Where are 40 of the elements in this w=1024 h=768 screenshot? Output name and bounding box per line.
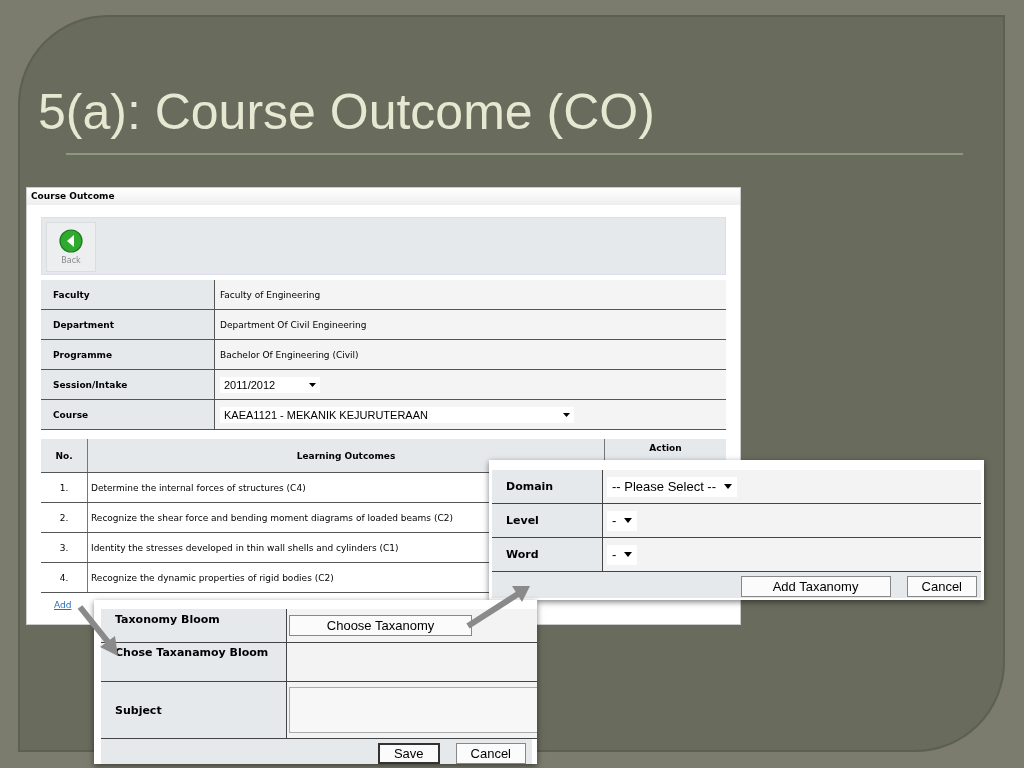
table-cell: 1. (41, 472, 88, 503)
field-value: Department Of Civil Engineering (220, 319, 367, 330)
dropdown[interactable]: KAEA1121 - MEKANIK KEJURUTERAAN (220, 406, 574, 423)
field-label: Department (41, 309, 215, 340)
caret-icon (624, 552, 633, 558)
dropdown[interactable]: - (607, 544, 638, 565)
column-header: No. (41, 439, 88, 473)
column-header: Learning Outcomes (87, 439, 605, 473)
panel-title: Course Outcome (27, 188, 740, 205)
caret-icon (624, 518, 633, 524)
caret-icon (563, 412, 570, 417)
table-cell: 4. (41, 562, 88, 593)
cancel-button[interactable]: Cancel (906, 576, 977, 597)
slide-title: 5(a): Course Outcome (CO) (37, 83, 656, 137)
field-label: Level (492, 503, 603, 538)
field-label: Session/Intake (41, 369, 215, 400)
field-label: Taxonomy Bloom (101, 609, 287, 643)
add-taxonomy-button[interactable]: Add Taxanomy (740, 576, 891, 597)
field-label: Word (492, 537, 603, 572)
choose-taxonomy-button[interactable]: Choose Taxanomy (289, 615, 472, 636)
field-label: Faculty (41, 280, 215, 310)
cancel-button[interactable]: Cancel (455, 743, 526, 764)
dropdown[interactable]: -- Please Select -- (607, 476, 738, 497)
field-label: Domain (492, 470, 603, 504)
table-cell: 2. (41, 502, 88, 533)
field-value: Bachelor Of Engineering (Civil) (220, 349, 359, 360)
field-label: Course (41, 399, 215, 430)
dropdown[interactable]: - (607, 510, 638, 531)
add-link[interactable]: Add (54, 600, 72, 610)
field-label: Chose Taxanamoy Bloom (101, 642, 287, 682)
field-value: Faculty of Engineering (220, 289, 321, 300)
field-label: Programme (41, 339, 215, 370)
table-cell: 3. (41, 532, 88, 563)
dropdown[interactable]: 2011/2012 (220, 376, 320, 393)
pointer-arrow (466, 586, 530, 629)
field-label: Subject (101, 681, 287, 739)
caret-icon (724, 484, 733, 490)
save-button[interactable]: Save (377, 743, 440, 764)
subject-field[interactable] (289, 687, 537, 733)
caret-icon (309, 382, 316, 387)
